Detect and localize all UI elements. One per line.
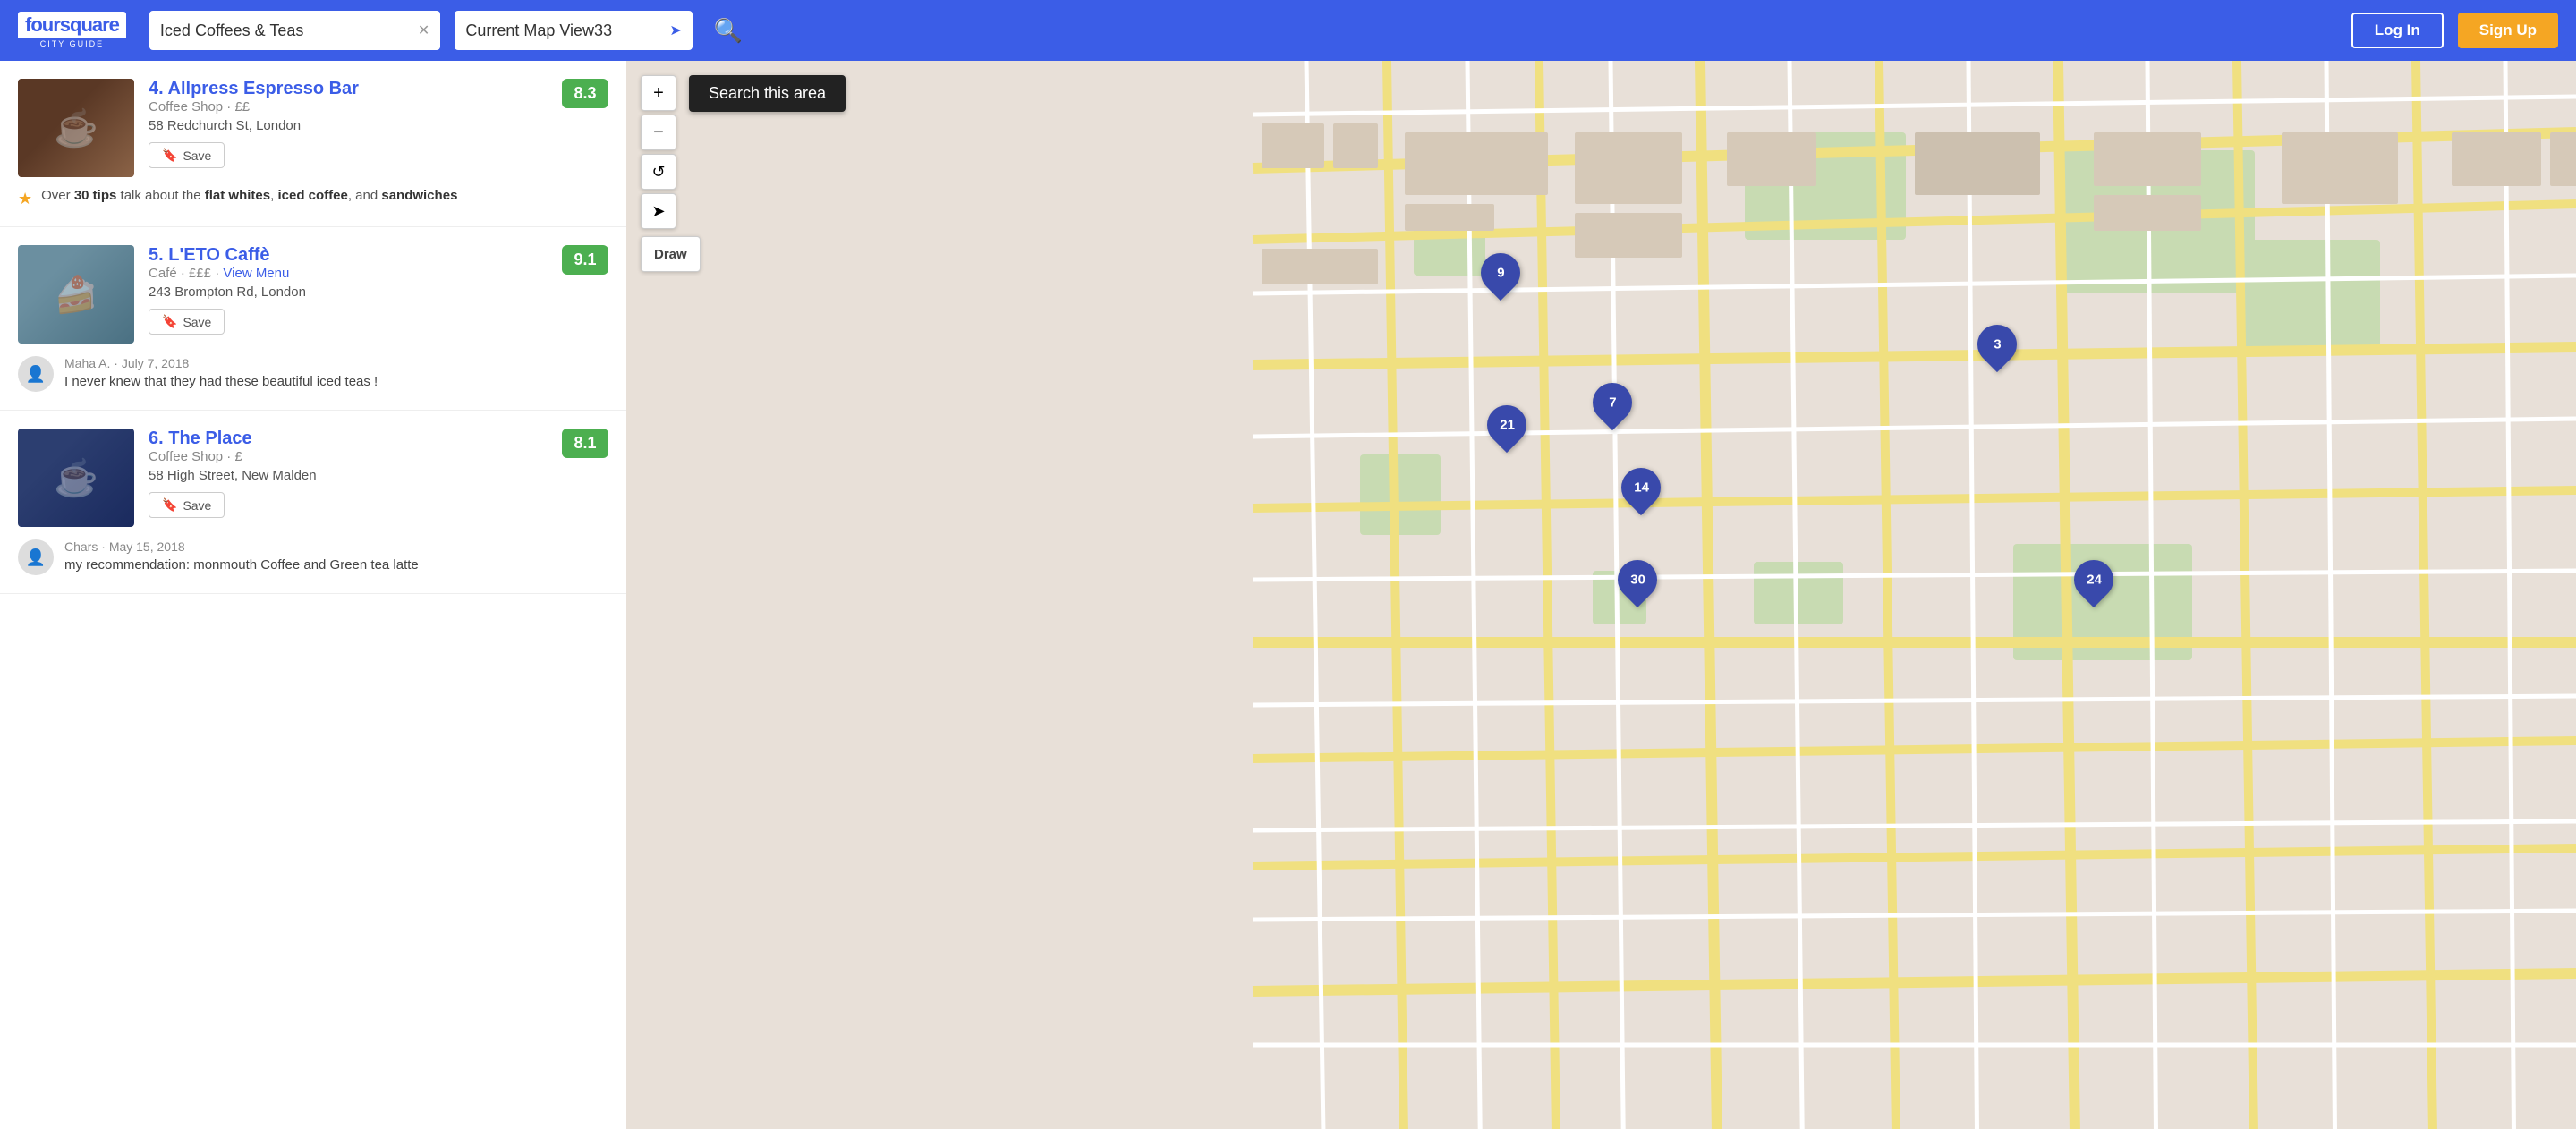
results-panel: ☕ 4. Allpress Espresso Bar Coffee Shop ·… [0, 61, 626, 1129]
venue-meta-allpress: Coffee Shop · ££ [149, 99, 359, 115]
search-button[interactable]: 🔍 [714, 17, 743, 45]
navigate-icon: ➤ [669, 21, 681, 39]
search-area-button[interactable]: Search this area [689, 75, 846, 112]
venue-image-allpress: ☕ [18, 79, 134, 177]
score-badge-theplace: 8.1 [562, 429, 608, 458]
venue-title-theplace[interactable]: 6. The Place [149, 429, 252, 448]
rotate-button[interactable]: ↺ [641, 154, 676, 190]
app-header: foursquare CITY GUIDE ✕ ➤ 🔍 Log In Sign … [0, 0, 2576, 61]
search-input[interactable] [160, 21, 411, 40]
score-badge-letto: 9.1 [562, 245, 608, 275]
bookmark-icon-theplace: 🔖 [162, 497, 177, 513]
tip-text-allpress: Over 30 tips talk about the flat whites,… [41, 188, 457, 203]
reviewer-name-theplace: Chars · May 15, 2018 [64, 539, 608, 554]
signup-button[interactable]: Sign Up [2458, 13, 2558, 48]
zoom-out-button[interactable]: − [641, 115, 676, 150]
clear-search-button[interactable]: ✕ [418, 21, 429, 39]
reviewer-section-theplace: 👤 Chars · May 15, 2018 my recommendation… [18, 539, 608, 575]
reviewer-avatar-letto: 👤 [18, 356, 54, 392]
venue-meta-letto: Café · £££ · View Menu [149, 266, 306, 281]
reviewer-section-letto: 👤 Maha A. · July 7, 2018 I never knew th… [18, 356, 608, 392]
tip-section-allpress: ★ Over 30 tips talk about the flat white… [18, 188, 608, 208]
save-button-allpress[interactable]: 🔖 Save [149, 142, 225, 168]
venue-title-letto[interactable]: 5. L'ETO Caffè [149, 245, 270, 265]
reviewer-info-letto: Maha A. · July 7, 2018 I never knew that… [64, 356, 608, 389]
login-button[interactable]: Log In [2351, 13, 2444, 48]
score-badge-allpress: 8.3 [562, 79, 608, 108]
bookmark-icon: 🔖 [162, 148, 177, 163]
draw-button[interactable]: Draw [641, 236, 701, 272]
venue-image-theplace: ☕ [18, 429, 134, 527]
map-background [626, 61, 2576, 1129]
venue-address-allpress: 58 Redchurch St, London [149, 118, 359, 133]
venue-info-letto: 5. L'ETO Caffè Café · £££ · View Menu 24… [149, 245, 608, 335]
logo[interactable]: foursquare CITY GUIDE [18, 12, 126, 49]
view-menu-link[interactable]: View Menu [223, 266, 289, 281]
reviewer-quote-letto: I never knew that they had these beautif… [64, 374, 608, 389]
venue-title-allpress[interactable]: 4. Allpress Espresso Bar [149, 79, 359, 98]
result-card-allpress: ☕ 4. Allpress Espresso Bar Coffee Shop ·… [0, 61, 626, 227]
reviewer-name-letto: Maha A. · July 7, 2018 [64, 356, 608, 370]
venue-info-theplace: 6. The Place Coffee Shop · £ 58 High Str… [149, 429, 608, 518]
bookmark-icon-letto: 🔖 [162, 314, 177, 329]
reviewer-avatar-theplace: 👤 [18, 539, 54, 575]
venue-image-letto: 🍰 [18, 245, 134, 344]
reviewer-quote-theplace: my recommendation: monmouth Coffee and G… [64, 557, 608, 573]
result-card-letto: 🍰 5. L'ETO Caffè Café · £££ · View Menu … [0, 227, 626, 411]
result-card-theplace: ☕ 6. The Place Coffee Shop · £ 58 High S… [0, 411, 626, 594]
search-box: ✕ [149, 11, 440, 50]
logo-bottom: CITY GUIDE [40, 38, 104, 49]
venue-address-theplace: 58 High Street, New Malden [149, 468, 317, 483]
venue-meta-theplace: Coffee Shop · £ [149, 449, 317, 464]
save-button-letto[interactable]: 🔖 Save [149, 309, 225, 335]
venue-address-letto: 243 Brompton Rd, London [149, 284, 306, 300]
map-container[interactable]: + − ↺ ➤ Draw Search this area 9 3 7 21 1… [626, 61, 2576, 1129]
star-icon: ★ [18, 190, 32, 208]
reviewer-info-theplace: Chars · May 15, 2018 my recommendation: … [64, 539, 608, 573]
logo-top: foursquare [18, 12, 126, 38]
locate-button[interactable]: ➤ [641, 193, 676, 229]
location-input[interactable] [465, 21, 662, 40]
zoom-in-button[interactable]: + [641, 75, 676, 111]
venue-info-allpress: 4. Allpress Espresso Bar Coffee Shop · £… [149, 79, 608, 168]
save-button-theplace[interactable]: 🔖 Save [149, 492, 225, 518]
location-box: ➤ [455, 11, 692, 50]
main-content: ☕ 4. Allpress Espresso Bar Coffee Shop ·… [0, 61, 2576, 1129]
